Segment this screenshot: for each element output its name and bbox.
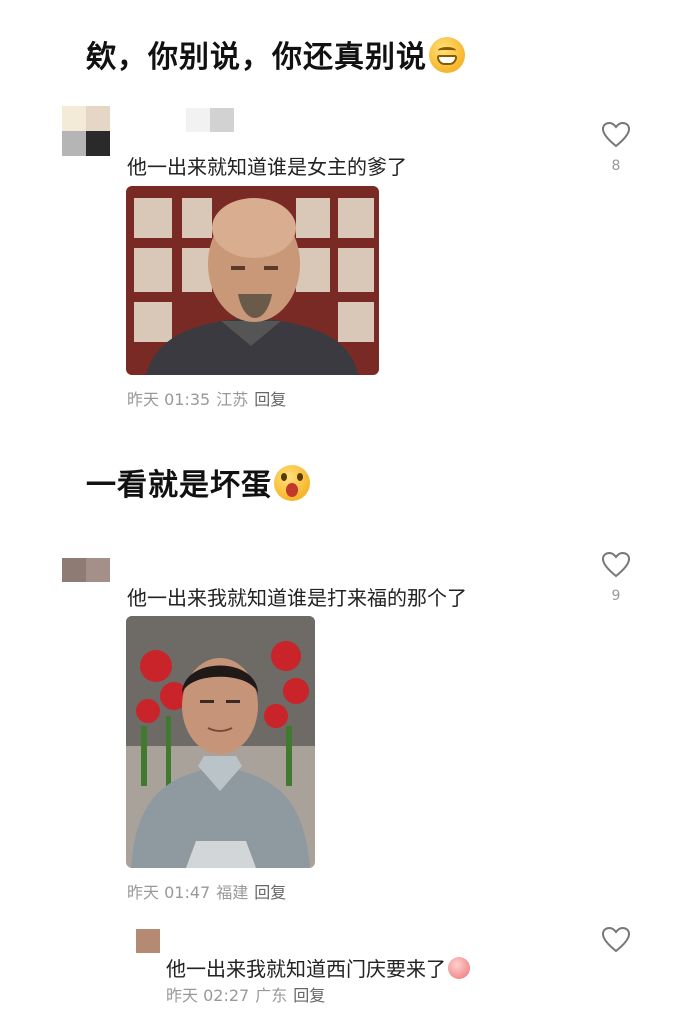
avatar-pixelated: [62, 106, 110, 156]
like-heart-icon[interactable]: [601, 121, 631, 149]
avatar-pixelated: [136, 929, 160, 953]
comment-meta: 昨天 01:47 福建 回复: [127, 879, 292, 903]
comment-text: 他一出来我就知道谁是打来福的那个了: [127, 586, 467, 610]
comment-image-bald-man[interactable]: [126, 186, 379, 375]
comment-meta: 昨天 01:35 江苏 回复: [127, 386, 292, 410]
comment-date: 昨天 01:47: [127, 883, 211, 902]
like-heart-icon[interactable]: [601, 926, 631, 954]
section-heading-2: 一看就是坏蛋: [86, 460, 310, 504]
like-count: 8: [611, 158, 621, 174]
comment-image-man-in-robe[interactable]: [126, 616, 315, 868]
avatar-pixelated: [62, 558, 110, 582]
like-count: 9: [611, 588, 621, 604]
comment-text: 他一出来就知道谁是女主的爹了: [127, 155, 407, 179]
comment-location: 福建: [216, 883, 249, 902]
reply-button[interactable]: 回复: [293, 986, 325, 1005]
comment-date: 昨天 01:35: [127, 390, 211, 409]
username-pixelated: [186, 108, 234, 132]
peach-face-emoji: [448, 957, 470, 979]
like-heart-icon[interactable]: [601, 551, 631, 579]
reply-button[interactable]: 回复: [254, 883, 286, 902]
shocked-face-emoji: [274, 465, 310, 501]
grin-face-emoji: [429, 37, 465, 73]
comment-location: 江苏: [216, 390, 249, 409]
section-heading-1: 欸，你别说，你还真别说: [86, 32, 465, 76]
comment-meta: 昨天 02:27 广东 回复: [166, 982, 331, 1006]
comment-date: 昨天 02:27: [166, 986, 250, 1005]
comment-location: 广东: [255, 986, 288, 1005]
reply-button[interactable]: 回复: [254, 390, 286, 409]
comment-text: 他一出来我就知道西门庆要来了: [166, 953, 470, 982]
